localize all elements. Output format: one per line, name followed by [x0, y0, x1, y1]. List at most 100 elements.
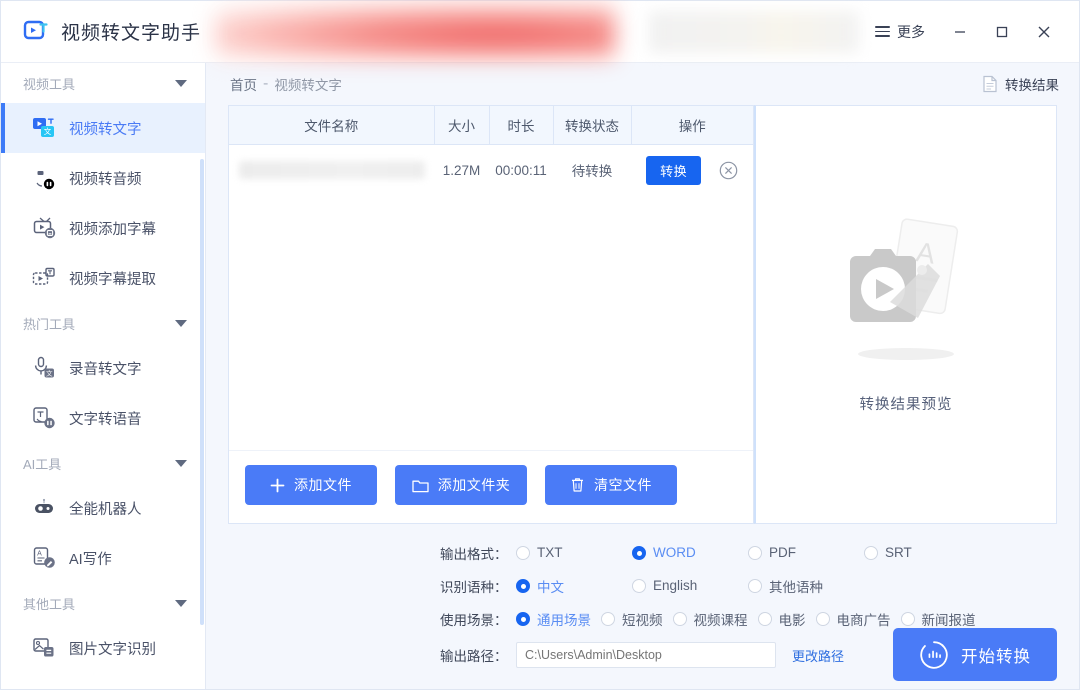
- radio-format-srt[interactable]: SRT: [864, 545, 912, 560]
- radio-dot-icon: [748, 579, 762, 593]
- radio-label: 通用场景: [537, 609, 591, 629]
- column-header-filename: 文件名称: [229, 106, 434, 144]
- radio-dot-icon: [516, 612, 530, 626]
- app-window: 视频转文字助手 更多: [0, 0, 1080, 690]
- radio-scene-movie[interactable]: 电影: [758, 609, 806, 629]
- minimize-button[interactable]: [939, 1, 981, 63]
- radio-label: 中文: [537, 576, 564, 596]
- output-format-label: 输出格式：: [440, 543, 516, 563]
- close-button[interactable]: [1023, 1, 1065, 63]
- breadcrumb-current: 视频转文字: [274, 74, 342, 94]
- radio-scene-ecommerce-ad[interactable]: 电商广告: [816, 609, 891, 629]
- close-icon: [1035, 23, 1053, 41]
- video-extract-subtitle-icon: [31, 265, 57, 291]
- sidebar-item-audio-to-text[interactable]: 文 录音转文字: [1, 343, 205, 393]
- chevron-down-icon: [175, 600, 187, 607]
- chevron-down-icon: [175, 320, 187, 327]
- sidebar-item-video-to-audio[interactable]: 视频转音频: [1, 153, 205, 203]
- sidebar-item-ai-writing[interactable]: A AI写作: [1, 533, 205, 583]
- radio-scene-news[interactable]: 新闻报道: [901, 609, 976, 629]
- folder-icon: [412, 478, 429, 493]
- sidebar-item-image-ocr[interactable]: 图片文字识别: [1, 623, 205, 673]
- start-conversion-button[interactable]: 开始转换: [893, 628, 1057, 681]
- sidebar-item-video-extract-subtitle[interactable]: 视频字幕提取: [1, 253, 205, 303]
- trash-icon: [570, 477, 585, 493]
- more-menu-label: 更多: [897, 22, 925, 42]
- file-action-bar: 添加文件 添加文件夹: [229, 450, 753, 523]
- language-label: 识别语种：: [440, 576, 516, 596]
- sidebar-item-label: 视频转音频: [69, 168, 142, 189]
- radio-format-pdf[interactable]: PDF: [748, 545, 854, 560]
- sidebar-scrollbar[interactable]: [200, 159, 204, 625]
- scene-label: 使用场景：: [440, 609, 516, 629]
- sidebar-item-video-add-subtitle[interactable]: 视频添加字幕: [1, 203, 205, 253]
- radio-scene-general[interactable]: 通用场景: [516, 609, 591, 629]
- sidebar-item-label: 录音转文字: [69, 358, 142, 379]
- preview-label: 转换结果预览: [860, 393, 953, 414]
- sidebar-group-ai-tools[interactable]: AI工具: [1, 443, 205, 483]
- radio-dot-icon: [758, 612, 772, 626]
- radio-label: 电商广告: [837, 609, 891, 629]
- clear-files-label: 清空文件: [594, 475, 652, 495]
- sidebar-group-other-tools[interactable]: 其他工具: [1, 583, 205, 623]
- window-controls: 更多: [861, 1, 1079, 62]
- add-file-button[interactable]: 添加文件: [245, 465, 377, 505]
- sidebar-item-video-to-text[interactable]: 文 视频转文字: [1, 103, 205, 153]
- radio-language-english[interactable]: English: [632, 578, 738, 593]
- radio-label: 视频课程: [694, 609, 748, 629]
- sidebar-group-label: AI工具: [23, 454, 61, 473]
- radio-scene-short-video[interactable]: 短视频: [601, 609, 663, 629]
- radio-scene-video-course[interactable]: 视频课程: [673, 609, 748, 629]
- column-header-duration: 时长: [489, 106, 553, 144]
- sidebar-item-text-to-speech[interactable]: 文字转语音: [1, 393, 205, 443]
- output-path-input[interactable]: [516, 642, 776, 668]
- video-to-text-icon: 文: [31, 115, 57, 141]
- work-area: 文件名称 大小 时长 转换状态 操作: [206, 105, 1079, 524]
- radio-label: 新闻报道: [922, 609, 976, 629]
- video-add-subtitle-icon: [31, 215, 57, 241]
- app-body: 视频工具 文 视频转文字: [1, 63, 1079, 689]
- file-table: 文件名称 大小 时长 转换状态 操作: [229, 106, 753, 196]
- sidebar-item-label: 全能机器人: [69, 498, 142, 519]
- conversion-result-link[interactable]: 转换结果: [982, 74, 1059, 94]
- remove-circle-icon[interactable]: [719, 161, 738, 183]
- clear-files-button[interactable]: 清空文件: [545, 465, 677, 505]
- radio-language-chinese[interactable]: 中文: [516, 576, 622, 596]
- svg-text:文: 文: [46, 368, 53, 377]
- video-text-placeholder-icon: A: [826, 216, 986, 371]
- more-menu-button[interactable]: 更多: [861, 1, 939, 62]
- add-file-label: 添加文件: [294, 475, 352, 495]
- radio-dot-icon: [748, 546, 762, 560]
- sidebar-item-label: AI写作: [69, 548, 112, 569]
- radio-format-word[interactable]: WORD: [632, 545, 738, 560]
- radio-dot-icon: [632, 546, 646, 560]
- table-row[interactable]: 1.27M 00:00:11 待转换 转换: [229, 144, 753, 196]
- maximize-icon: [994, 24, 1010, 40]
- sidebar-group-video-tools[interactable]: 视频工具: [1, 63, 205, 103]
- conversion-result-label: 转换结果: [1005, 74, 1059, 94]
- robot-icon: [31, 495, 57, 521]
- sidebar-group-hot-tools[interactable]: 热门工具: [1, 303, 205, 343]
- radio-dot-icon: [901, 612, 915, 626]
- radio-label: TXT: [537, 545, 563, 560]
- redacted-banner-grey: [649, 11, 859, 53]
- cell-action: 转换: [631, 144, 753, 196]
- breadcrumb-home[interactable]: 首页: [230, 74, 257, 94]
- video-to-audio-icon: [31, 165, 57, 191]
- add-folder-label: 添加文件夹: [438, 475, 511, 495]
- breadcrumb-bar: 首页 - 视频转文字 转换结果: [206, 63, 1079, 105]
- row-convert-button[interactable]: 转换: [646, 156, 701, 185]
- sidebar-item-robot[interactable]: 全能机器人: [1, 483, 205, 533]
- text-to-speech-icon: [31, 405, 57, 431]
- radio-label: PDF: [769, 545, 796, 560]
- radio-label: English: [653, 578, 697, 593]
- radio-dot-icon: [673, 612, 687, 626]
- radio-language-other[interactable]: 其他语种: [748, 576, 823, 596]
- radio-format-txt[interactable]: TXT: [516, 545, 622, 560]
- maximize-button[interactable]: [981, 1, 1023, 63]
- filename-redacted: [239, 161, 425, 179]
- radio-dot-icon: [601, 612, 615, 626]
- change-path-link[interactable]: 更改路径: [792, 646, 844, 665]
- sidebar-item-label: 视频添加字幕: [69, 218, 156, 239]
- add-folder-button[interactable]: 添加文件夹: [395, 465, 527, 505]
